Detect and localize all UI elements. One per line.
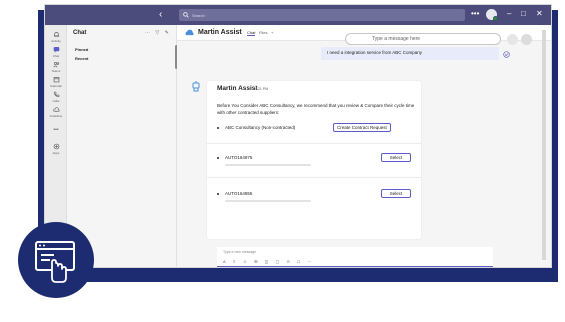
maximize-button[interactable]: □ <box>521 9 526 19</box>
placeholder-bar <box>225 164 311 166</box>
rail-label: OneDrive <box>49 114 63 118</box>
avatar[interactable] <box>486 9 498 21</box>
martin-assist-logo-icon <box>185 29 194 36</box>
placeholder-bar <box>225 200 311 202</box>
teams-window: ‹ Search ••• – □ ✕ Activity Chat Teams C… <box>44 4 552 268</box>
compose-placeholder: Type a new message <box>223 250 257 254</box>
rail-item-calendar[interactable]: Calendar <box>45 76 67 88</box>
list-item-recent[interactable]: Recent <box>75 56 88 61</box>
apps-icon <box>53 143 59 150</box>
calendar-icon <box>53 77 59 83</box>
presence-available-icon <box>493 16 498 21</box>
supplier-name: AUTO164955 <box>225 191 253 196</box>
cloud-icon <box>52 107 59 112</box>
feature-badge <box>18 222 94 298</box>
supplier-row: AUTO164955 Select <box>217 189 413 211</box>
chat-list-actions[interactable]: ⋯ ▽ ✎ <box>145 30 171 36</box>
bot-message-card: Martin Assist 4:21 PM Before You Conside… <box>207 81 421 239</box>
message-input[interactable]: Type a message here <box>345 33 501 45</box>
rail-label: Apps <box>52 151 60 155</box>
tab-files[interactable]: Files <box>259 30 267 35</box>
rail-item-onedrive[interactable]: OneDrive <box>45 106 67 118</box>
rail-item-chat[interactable]: Chat <box>45 46 67 58</box>
browser-click-icon <box>35 241 75 283</box>
more-options-icon[interactable]: ••• <box>471 9 479 19</box>
supplier-name: AUTO164975 <box>225 155 253 160</box>
phone-icon <box>53 91 59 97</box>
screenshot-stage: ‹ Search ••• – □ ✕ Activity Chat Teams C… <box>0 0 565 322</box>
bullet-icon <box>217 157 219 159</box>
bot-avatar-icon <box>192 81 200 92</box>
title-bar: ‹ Search ••• – □ ✕ <box>45 5 551 25</box>
attach-icon[interactable] <box>507 34 518 45</box>
divider <box>207 143 421 144</box>
rail-label: Teams <box>51 69 61 73</box>
read-receipt-icon <box>503 51 510 58</box>
user-message: I need a integration service from ABC Co… <box>321 47 499 60</box>
bullet-icon <box>217 193 219 195</box>
bell-icon <box>53 32 59 37</box>
search-icon <box>183 12 189 18</box>
compose-toolbar[interactable]: A ⇧ ☺ ⊞ ◫ ▢ ⊙ ☖ ⋯ <box>223 259 315 264</box>
supplier-row: AUTO164975 Select <box>217 153 413 175</box>
chat-icon <box>53 47 59 53</box>
rail-label: Calls <box>52 99 60 103</box>
create-contract-request-button[interactable]: Create Contract Request <box>333 123 391 132</box>
bot-sender-name: Martin Assist <box>217 85 258 92</box>
add-tab-button[interactable]: + <box>271 30 273 35</box>
bot-title: Martin Assist <box>198 29 242 36</box>
rail-label: Activity <box>51 39 61 43</box>
conversation-pane: Martin Assist Chat Files + I need a inte… <box>177 25 551 267</box>
send-button[interactable] <box>521 34 532 45</box>
rail-more-icon[interactable]: ••• <box>45 127 67 133</box>
search-input[interactable]: Search <box>179 9 465 21</box>
window-scrollbar[interactable] <box>542 30 546 260</box>
divider <box>207 177 421 178</box>
tab-chat[interactable]: Chat <box>247 30 256 36</box>
rail-item-activity[interactable]: Activity <box>45 31 67 43</box>
close-button[interactable]: ✕ <box>536 9 543 19</box>
select-button[interactable]: Select <box>381 153 411 162</box>
supplier-row: ABC Consultancy (Non-contracted) Create … <box>217 123 413 145</box>
compose-box[interactable]: Type a new message A ⇧ ☺ ⊞ ◫ ▢ ⊙ ☖ ⋯ <box>217 247 493 267</box>
rail-item-calls[interactable]: Calls <box>45 91 67 103</box>
select-button[interactable]: Select <box>381 189 411 198</box>
rail-item-apps[interactable]: Apps <box>45 143 67 155</box>
message-timestamp: 4:21 PM <box>255 87 269 91</box>
back-icon[interactable]: ‹ <box>159 9 162 21</box>
teams-icon <box>52 61 59 68</box>
bot-intro-text: Before You Consider ABC Consultancy, we … <box>217 103 415 115</box>
list-item-pinned[interactable]: Pinned <box>75 47 88 52</box>
rail-label: Calendar <box>49 84 63 88</box>
chat-list-title: Chat <box>73 30 87 36</box>
rail-label: Chat <box>52 54 60 58</box>
bullet-icon <box>217 127 219 129</box>
minimize-button[interactable]: – <box>507 9 511 19</box>
rail-item-teams[interactable]: Teams <box>45 61 67 73</box>
supplier-name: ABC Consultancy (Non-contracted) <box>225 125 296 130</box>
search-placeholder: Search <box>192 12 205 18</box>
